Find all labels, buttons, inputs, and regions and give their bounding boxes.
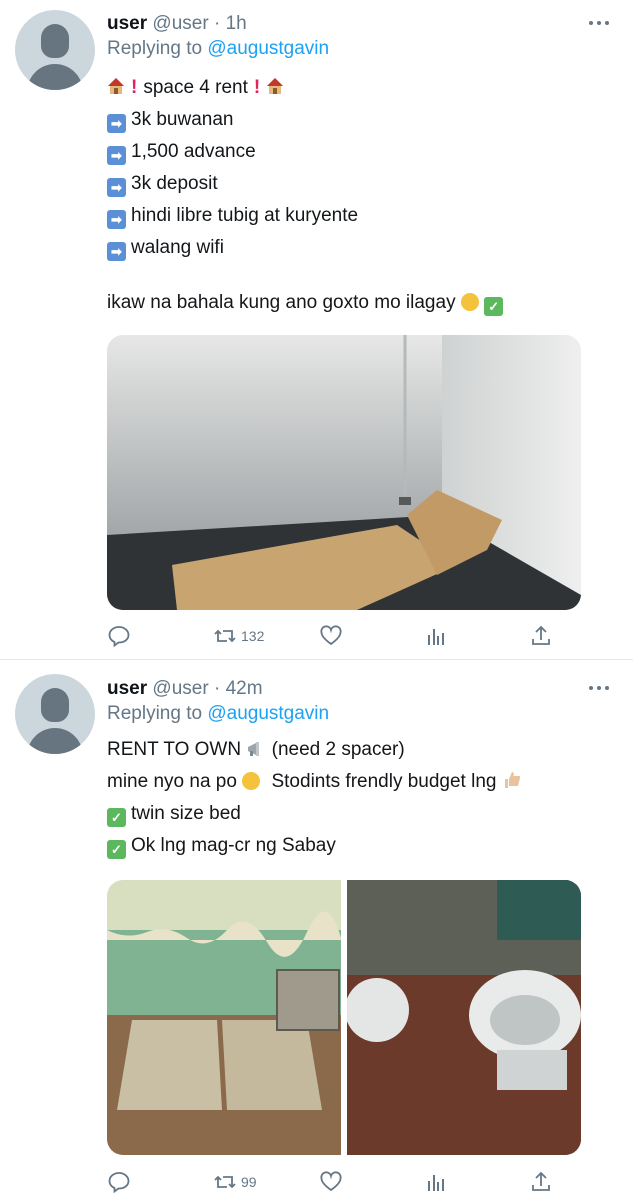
tweet-text-line: ✓ twin size bed <box>107 802 241 827</box>
tweet-text-line: ➡ walang wifi <box>107 236 224 261</box>
exclamation-icon: ! <box>253 77 261 98</box>
house-emoji-icon <box>108 78 124 94</box>
share-button[interactable] <box>529 624 553 648</box>
analytics-icon <box>428 629 444 645</box>
tweet-text-line: ➡ 3k deposit <box>107 172 218 197</box>
retweet-button[interactable]: 132 <box>213 624 264 648</box>
more-icon[interactable] <box>589 18 611 28</box>
tweet-photo[interactable] <box>107 880 341 1155</box>
retweet-count: 132 <box>241 628 265 644</box>
display-name[interactable]: user <box>107 678 147 699</box>
tweet-actions: 132 <box>107 624 581 648</box>
timestamp[interactable]: 42m <box>226 678 263 699</box>
check-mark-icon: ✓ <box>107 808 126 827</box>
retweet-icon <box>214 629 236 643</box>
timestamp[interactable]: 1h <box>226 13 247 34</box>
like-button[interactable] <box>319 1170 343 1194</box>
tweet-text-line: ➡ hindi libre tubig at kuryente <box>107 204 358 229</box>
retweet-button[interactable]: 99 <box>213 1170 257 1194</box>
tweet-text-line: ➡ 1,500 advance <box>107 140 256 165</box>
replying-to-link[interactable]: @augustgavin <box>207 703 329 724</box>
retweet-count: 99 <box>241 1174 257 1190</box>
retweet-icon <box>214 1175 236 1189</box>
analytics-button[interactable] <box>424 1170 448 1194</box>
tweet-text-line: ikaw na bahala kung ano goxto mo ilagay … <box>107 291 508 316</box>
check-mark-icon: ✓ <box>484 297 504 316</box>
tweet-actions: 99 <box>107 1170 581 1194</box>
like-icon <box>320 625 342 646</box>
tweet-text-line: ➡ 3k buwanan <box>107 108 233 133</box>
right-arrow-icon: ➡ <box>107 210 126 229</box>
tweet-photo[interactable] <box>347 880 581 1155</box>
reply-icon <box>108 626 130 648</box>
house-emoji-icon <box>267 78 284 94</box>
tweet-text-line: RENT TO OWN (need 2 spacer) <box>107 739 405 760</box>
share-icon <box>532 625 550 645</box>
user-handle[interactable]: @user <box>152 13 208 34</box>
display-name[interactable]: user <box>107 13 147 34</box>
analytics-button[interactable] <box>424 624 448 648</box>
reply-icon <box>108 1172 130 1194</box>
exclamation-icon: ! <box>131 77 138 98</box>
smile-emoji-icon <box>460 293 479 311</box>
replying-to-link[interactable]: @augustgavin <box>207 38 329 59</box>
reply-button[interactable] <box>107 1170 131 1194</box>
user-handle[interactable]: @user <box>152 678 208 699</box>
thumbs-up-emoji-icon <box>504 772 520 788</box>
like-icon <box>320 1171 342 1192</box>
share-icon <box>532 1171 550 1191</box>
megaphone-emoji-icon <box>248 742 260 756</box>
tweet-photo[interactable] <box>107 335 581 610</box>
tweet-text-line: ! space 4 rent! <box>107 76 284 100</box>
replying-to: Replying to @augustgavin <box>107 703 330 724</box>
replying-to: Replying to @augustgavin <box>107 38 330 59</box>
right-arrow-icon: ➡ <box>107 146 126 165</box>
check-mark-icon: ✓ <box>107 840 126 859</box>
tweet-header: user @user · 1h <box>107 13 247 34</box>
reply-button[interactable] <box>107 624 131 648</box>
share-button[interactable] <box>529 1170 553 1194</box>
right-arrow-icon: ➡ <box>107 242 126 261</box>
avatar[interactable] <box>15 10 95 90</box>
smile-emoji-icon <box>242 772 261 790</box>
like-button[interactable] <box>319 624 343 648</box>
analytics-icon <box>428 1175 444 1191</box>
more-icon[interactable] <box>589 683 611 693</box>
avatar[interactable] <box>15 674 95 754</box>
right-arrow-icon: ➡ <box>107 178 126 197</box>
right-arrow-icon: ➡ <box>107 114 126 133</box>
tweet-text-line: mine nyo na po Stodints frendly budget l… <box>107 770 522 794</box>
tweet[interactable]: user @user · 1h Replying to @augustgavin… <box>0 0 633 660</box>
tweet-header: user @user · 42m <box>107 678 263 699</box>
tweet-text-line: ✓ Ok lng mag-cr ng Sabay <box>107 834 336 859</box>
